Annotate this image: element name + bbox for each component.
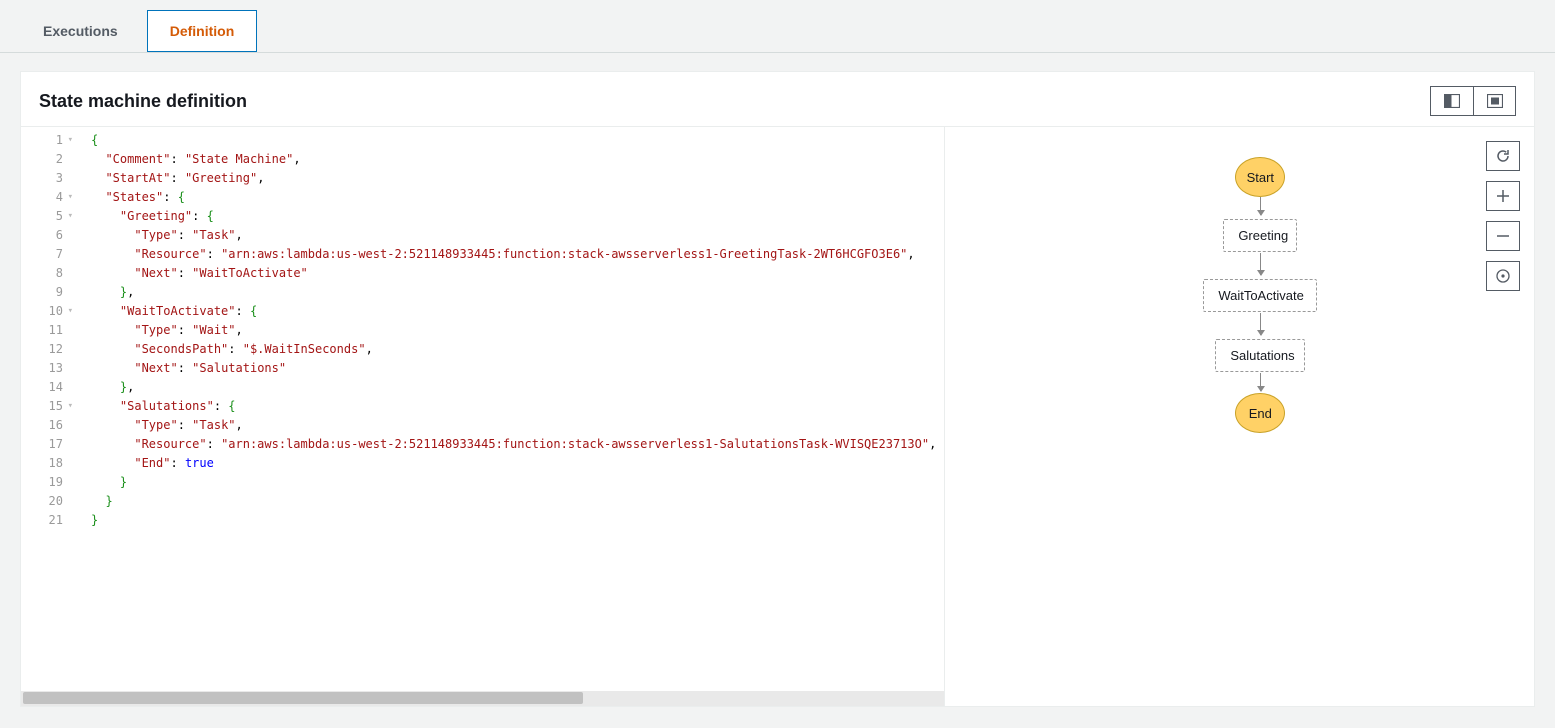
graph-zoom-out-button[interactable]	[1486, 221, 1520, 251]
layout-center-icon	[1487, 94, 1503, 108]
code-gutter: 1▾234▾5▾678910▾1112131415▾161718192021	[21, 127, 83, 691]
panel-header: State machine definition	[21, 72, 1534, 126]
graph-node-salutations[interactable]: Salutations	[1215, 339, 1305, 372]
horizontal-scrollbar[interactable]	[21, 691, 944, 706]
graph-node-end[interactable]: End	[1235, 393, 1285, 433]
graph-refresh-button[interactable]	[1486, 141, 1520, 171]
tab-bar: Executions Definition	[0, 0, 1555, 53]
layout-center-button[interactable]	[1473, 87, 1515, 115]
graph-node-greeting-label: Greeting	[1238, 228, 1288, 243]
graph-node-wait-label: WaitToActivate	[1218, 288, 1304, 303]
layout-button-group	[1430, 86, 1516, 116]
panel-tools	[1430, 86, 1516, 116]
code-wrap[interactable]: 1▾234▾5▾678910▾1112131415▾161718192021 {…	[21, 127, 944, 691]
content-row: 1▾234▾5▾678910▾1112131415▾161718192021 {…	[21, 126, 1534, 706]
graph-arrow	[1260, 373, 1261, 391]
scrollbar-thumb[interactable]	[23, 692, 583, 704]
code-body[interactable]: { "Comment": "State Machine", "StartAt":…	[83, 127, 944, 691]
page-root: Executions Definition State machine defi…	[0, 0, 1555, 728]
tab-executions[interactable]: Executions	[20, 10, 141, 52]
graph-zoom-in-button[interactable]	[1486, 181, 1520, 211]
layout-split-button[interactable]	[1431, 87, 1473, 115]
plus-icon	[1496, 189, 1510, 203]
panel-title: State machine definition	[39, 91, 247, 112]
graph-node-end-label: End	[1249, 406, 1272, 421]
minus-icon	[1496, 229, 1510, 243]
graph-arrow	[1260, 197, 1261, 215]
graph-controls	[1486, 141, 1520, 301]
graph-panel: Start Greeting WaitToActivate Salutation…	[945, 127, 1534, 706]
graph-node-salutations-label: Salutations	[1230, 348, 1294, 363]
tab-definition[interactable]: Definition	[147, 10, 258, 52]
graph-center-button[interactable]	[1486, 261, 1520, 291]
target-icon	[1495, 268, 1511, 284]
graph-area[interactable]: Start Greeting WaitToActivate Salutation…	[945, 147, 1474, 726]
graph-arrow	[1260, 313, 1261, 335]
code-editor: 1▾234▾5▾678910▾1112131415▾161718192021 {…	[21, 127, 945, 706]
definition-panel: State machine definition 1▾234▾5▾678910▾…	[20, 71, 1535, 707]
graph-node-start[interactable]: Start	[1235, 157, 1285, 197]
graph-node-start-label: Start	[1247, 170, 1274, 185]
graph-node-greeting[interactable]: Greeting	[1223, 219, 1297, 252]
graph-arrow	[1260, 253, 1261, 275]
refresh-icon	[1495, 148, 1511, 164]
graph-node-wait[interactable]: WaitToActivate	[1203, 279, 1317, 312]
layout-split-icon	[1444, 94, 1460, 108]
